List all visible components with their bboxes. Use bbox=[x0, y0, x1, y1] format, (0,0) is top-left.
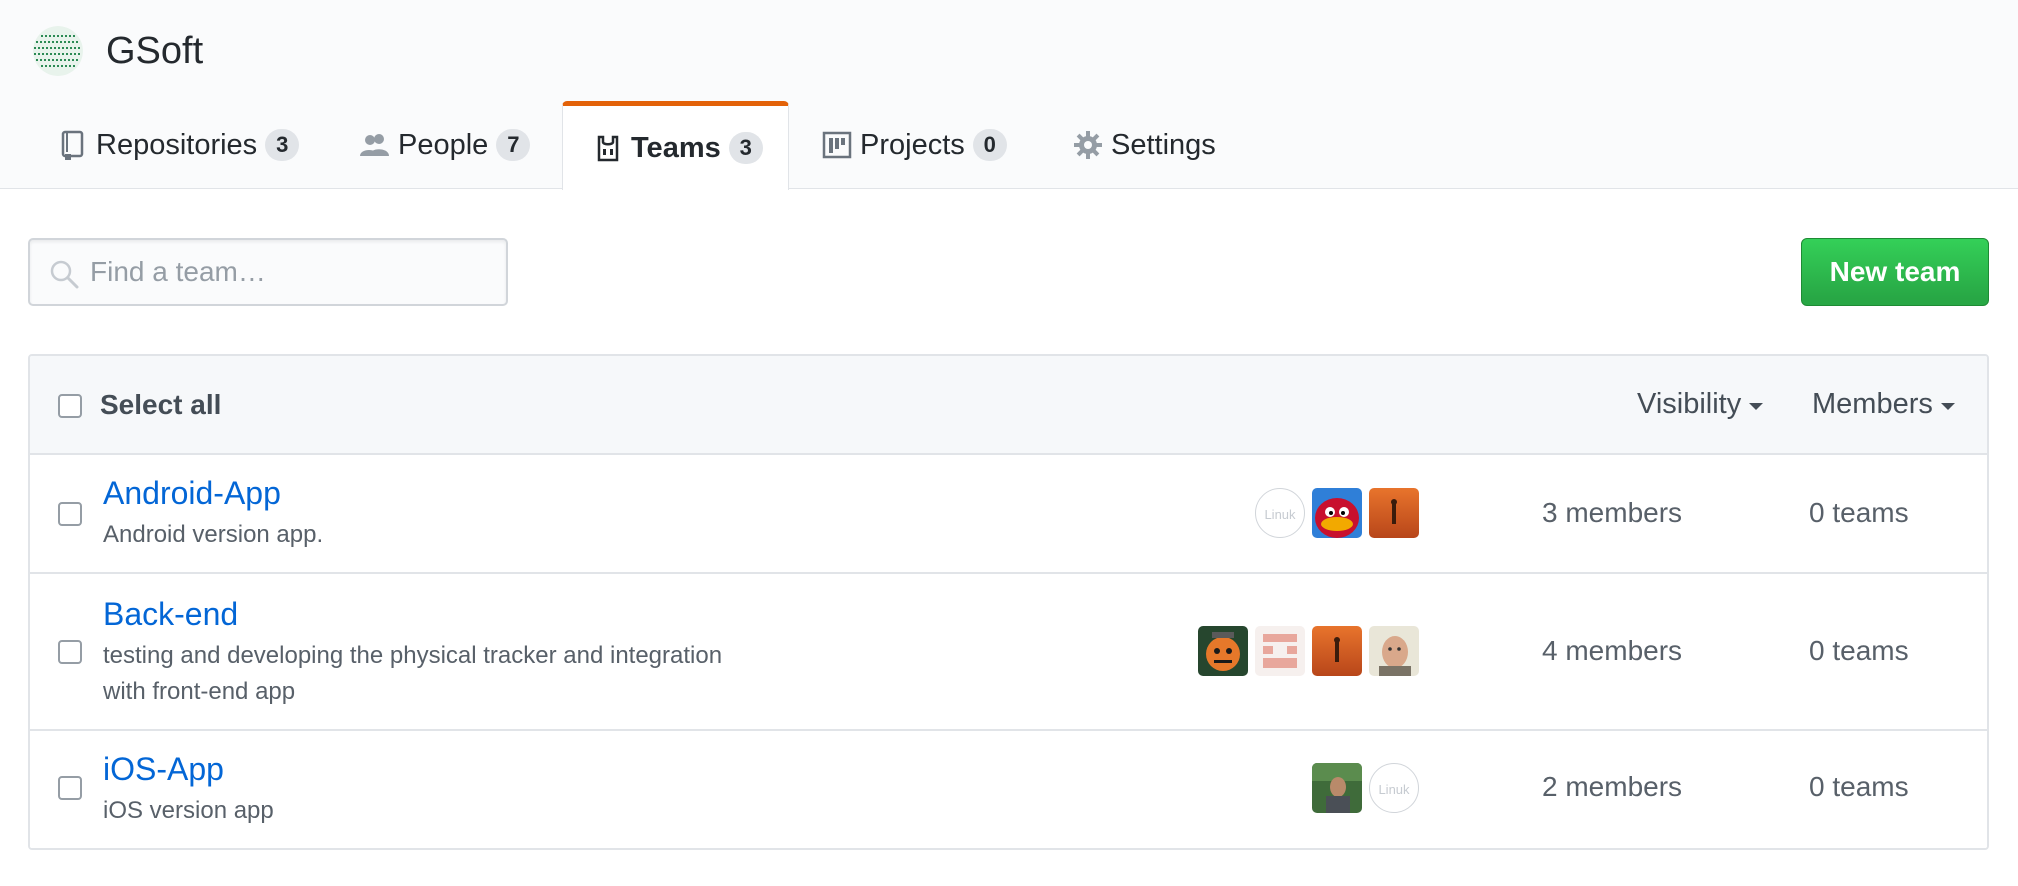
tab-count: 7 bbox=[496, 129, 531, 161]
child-teams-count: 0 teams bbox=[1809, 635, 1909, 666]
org-nav-tabs: Repositories 3 People 7 Teams 3 Projects… bbox=[0, 101, 2018, 190]
avatar[interactable] bbox=[1312, 763, 1362, 813]
tab-teams[interactable]: Teams 3 bbox=[562, 101, 789, 190]
search-icon bbox=[50, 260, 79, 289]
avatar[interactable] bbox=[1312, 488, 1362, 538]
team-search-box bbox=[28, 238, 508, 306]
table-row: Back-end testing and developing the phys… bbox=[30, 574, 1987, 731]
select-all-checkbox[interactable] bbox=[58, 394, 82, 418]
tab-count: 3 bbox=[265, 129, 300, 161]
gear-icon bbox=[1074, 131, 1102, 159]
tab-repositories[interactable]: Repositories 3 bbox=[58, 101, 300, 189]
row-checkbox[interactable] bbox=[58, 776, 82, 800]
team-description: testing and developing the physical trac… bbox=[103, 642, 723, 705]
avatar[interactable] bbox=[1369, 488, 1419, 538]
tab-count: 3 bbox=[728, 132, 763, 164]
team-search-input[interactable] bbox=[90, 240, 500, 304]
avatar[interactable]: Linuk bbox=[1255, 488, 1305, 538]
team-name-link[interactable]: iOS-App bbox=[103, 751, 224, 788]
member-avatars: Linuk bbox=[1248, 488, 1419, 538]
avatar[interactable] bbox=[1312, 626, 1362, 676]
tab-label: Projects bbox=[860, 128, 965, 161]
child-teams-count: 0 teams bbox=[1809, 771, 1909, 802]
visibility-filter[interactable]: Visibility bbox=[1637, 388, 1764, 421]
repo-icon bbox=[61, 130, 84, 160]
visibility-filter-label: Visibility bbox=[1637, 388, 1742, 420]
avatar[interactable]: Linuk bbox=[1369, 763, 1419, 813]
org-header: GSoft Repositories 3 People 7 Teams 3 Pr… bbox=[0, 0, 2018, 190]
members-filter[interactable]: Members bbox=[1812, 388, 1955, 421]
avatar[interactable] bbox=[1369, 626, 1419, 676]
new-team-button[interactable]: New team bbox=[1801, 238, 1989, 306]
avatar[interactable] bbox=[1198, 626, 1248, 676]
team-name-link[interactable]: Android-App bbox=[103, 475, 281, 512]
team-description: Android version app. bbox=[103, 521, 324, 548]
tab-settings[interactable]: Settings bbox=[1073, 101, 1216, 189]
tab-label: Repositories bbox=[96, 128, 258, 161]
people-icon bbox=[360, 134, 389, 156]
chevron-down-icon bbox=[1749, 403, 1764, 410]
select-all-label: Select all bbox=[100, 389, 222, 420]
member-avatars: Linuk bbox=[1305, 763, 1419, 813]
members-count-link[interactable]: 4 members bbox=[1542, 635, 1682, 667]
tab-count: 0 bbox=[972, 129, 1007, 161]
chevron-down-icon bbox=[1940, 403, 1955, 410]
tab-projects[interactable]: Projects 0 bbox=[822, 101, 1007, 189]
org-name[interactable]: GSoft bbox=[106, 30, 203, 73]
tab-label: People bbox=[398, 128, 489, 161]
table-row: Android-App Android version app. Linuk 3… bbox=[30, 455, 1987, 574]
svg-text:Linuk: Linuk bbox=[1264, 507, 1296, 522]
teams-table: Select all Visibility Members Android-Ap… bbox=[28, 354, 1989, 850]
tab-label: Settings bbox=[1111, 128, 1216, 161]
table-row: iOS-App iOS version app Linuk 2 members … bbox=[30, 731, 1987, 848]
members-count-link[interactable]: 2 members bbox=[1542, 771, 1682, 803]
project-icon bbox=[822, 131, 852, 159]
org-logo[interactable] bbox=[33, 26, 83, 76]
member-avatars bbox=[1191, 626, 1419, 676]
row-checkbox[interactable] bbox=[58, 640, 82, 664]
row-checkbox[interactable] bbox=[58, 502, 82, 526]
team-description: iOS version app bbox=[103, 797, 274, 824]
teams-icon bbox=[597, 135, 619, 162]
members-filter-label: Members bbox=[1812, 388, 1933, 420]
table-header: Select all Visibility Members bbox=[30, 356, 1987, 455]
tab-label: Teams bbox=[631, 131, 721, 164]
avatar[interactable] bbox=[1255, 626, 1305, 676]
team-name-link[interactable]: Back-end bbox=[103, 596, 238, 633]
tab-people[interactable]: People 7 bbox=[360, 101, 531, 189]
members-count-link[interactable]: 3 members bbox=[1542, 497, 1682, 529]
child-teams-count: 0 teams bbox=[1809, 497, 1909, 528]
svg-text:Linuk: Linuk bbox=[1378, 782, 1410, 797]
